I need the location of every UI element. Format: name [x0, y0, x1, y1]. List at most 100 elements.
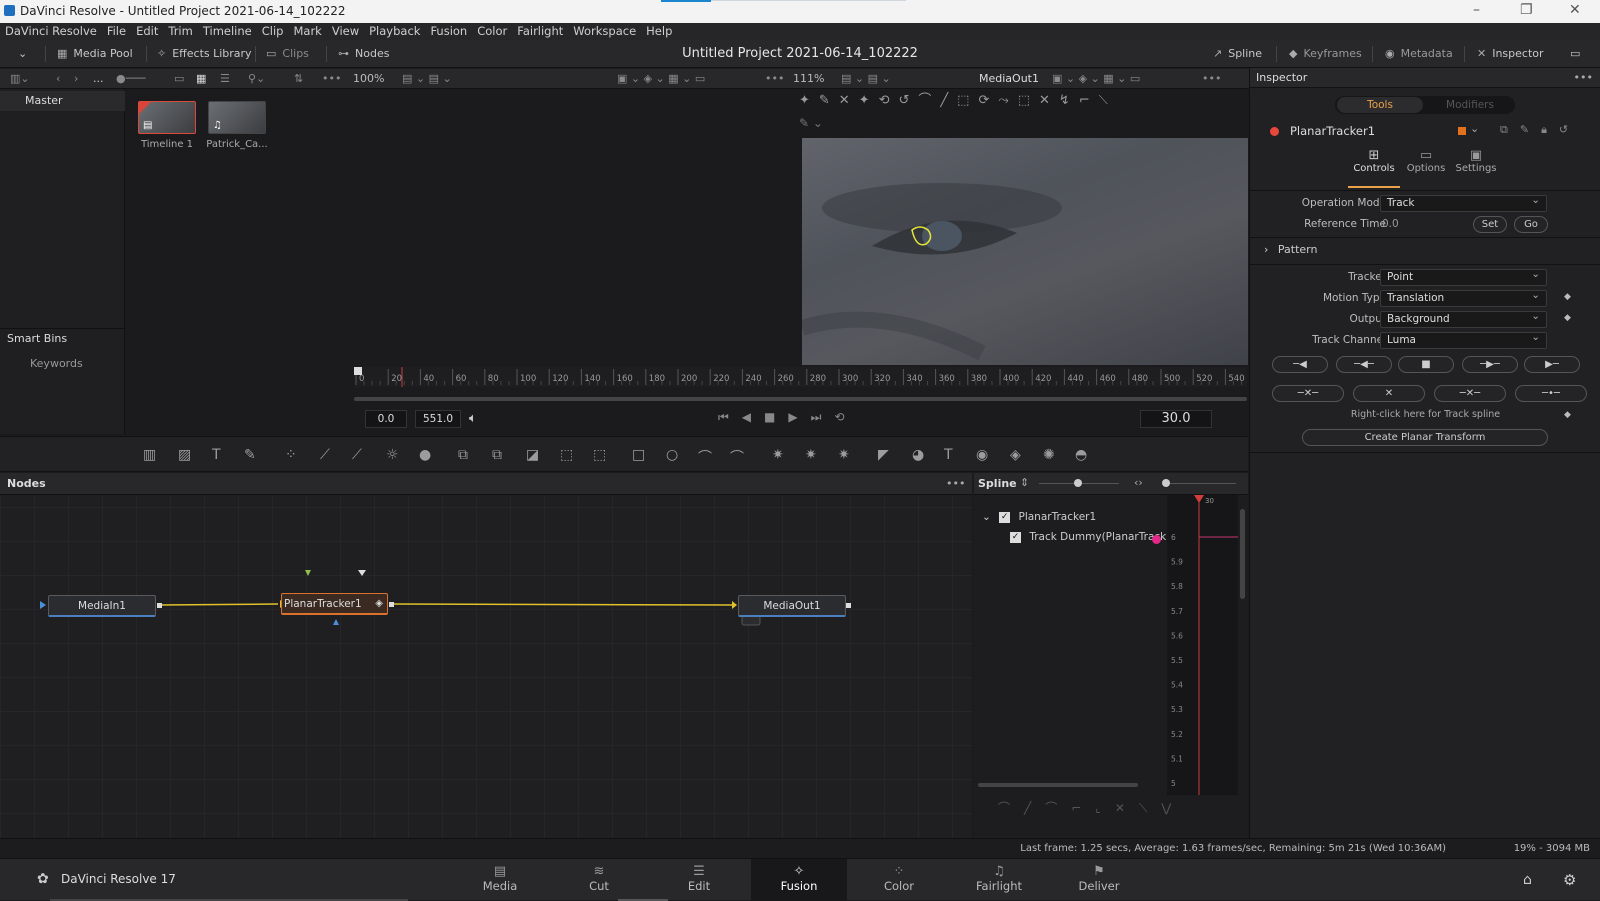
end-frame-field[interactable]: 551.0: [415, 410, 461, 428]
delete-after-button[interactable]: ─✕─: [1434, 385, 1506, 402]
minimize-icon[interactable]: –: [1473, 2, 1480, 18]
track-channel-dropdown[interactable]: Luma: [1380, 330, 1547, 349]
renderer3d-icon[interactable]: ◈: [1010, 447, 1021, 463]
panel-toggle-icon[interactable]: ⌄: [18, 40, 27, 68]
in-point-marker[interactable]: [354, 367, 362, 375]
blur-tool-icon[interactable]: ●: [419, 447, 431, 463]
viewer-options-icon[interactable]: ▤ ⌄ ▤ ⌄: [841, 69, 891, 89]
particles-tool-icon[interactable]: ⁘: [285, 447, 297, 463]
output-dropdown[interactable]: Background: [1380, 309, 1547, 328]
clip-thumbnail[interactable]: ♫: [208, 101, 266, 134]
zoom-slider-handle[interactable]: [1162, 479, 1170, 487]
spline-button[interactable]: ↗ Spline: [1213, 40, 1262, 68]
viewer-tools-icon[interactable]: ▣ ⌄ ◈ ⌄ ▦ ⌄ ▭: [1052, 69, 1140, 89]
tracker-dropdown[interactable]: Point: [1380, 267, 1547, 286]
tab-modifiers[interactable]: Modifiers: [1427, 97, 1513, 113]
filmstrip-view-icon[interactable]: ▭: [174, 69, 184, 89]
delete-before-button[interactable]: ─✕─: [1272, 385, 1344, 402]
menu-item-fairlight[interactable]: Fairlight: [512, 23, 568, 39]
page-edit[interactable]: ☰ Edit: [651, 859, 747, 901]
menu-item-edit[interactable]: Edit: [131, 23, 163, 39]
tracker-tools-icon[interactable]: ✦✎✕✦⟲↺⌒╱⬚⟳⤳⬚✕↯⌐⟍: [799, 91, 1117, 111]
background-tool-icon[interactable]: ▥: [143, 447, 156, 463]
brightness-tool-icon[interactable]: ☼: [386, 447, 399, 463]
bspline-mask-icon[interactable]: ⌒: [730, 447, 744, 467]
fps-field[interactable]: 30.0: [1140, 410, 1212, 428]
monitor-icon[interactable]: ▭: [1570, 40, 1580, 68]
output-port[interactable]: [389, 602, 394, 607]
clip-thumbnail[interactable]: ▤: [138, 101, 196, 134]
menu-item-mark[interactable]: Mark: [288, 23, 326, 39]
text-tool-icon[interactable]: T: [212, 447, 221, 463]
nav-forward-icon[interactable]: ›: [74, 69, 78, 89]
vertical-scrollbar[interactable]: [1240, 509, 1245, 599]
tool-color-swatch[interactable]: [1458, 127, 1466, 135]
menu-item-help[interactable]: Help: [641, 23, 677, 39]
more-options-icon[interactable]: •••: [322, 69, 341, 89]
tool-header[interactable]: PlanarTracker1 ⌄ ⧉✎🔒︎↺: [1250, 121, 1600, 143]
clips-button[interactable]: ▭ Clips: [266, 40, 309, 68]
color-corrector-icon[interactable]: ⟋: [352, 447, 362, 463]
light3d-icon[interactable]: ✺: [1043, 447, 1055, 463]
search-icon[interactable]: ⚲⌄: [248, 69, 265, 89]
list-view-icon[interactable]: ☰: [220, 69, 230, 89]
menu-item-workspace[interactable]: Workspace: [568, 23, 641, 39]
chevron-down-icon[interactable]: ⌄: [1470, 122, 1479, 135]
menu-item-view[interactable]: View: [327, 23, 364, 39]
menu-item-color[interactable]: Color: [472, 23, 512, 39]
node-planartracker1[interactable]: PlanarTracker1 ◈: [281, 593, 388, 615]
right-viewer-zoom[interactable]: 111%: [793, 69, 824, 89]
tool-enable-icon[interactable]: [1270, 127, 1279, 136]
keyframes-button[interactable]: ◆ Keyframes: [1289, 40, 1362, 68]
delete-frame-button[interactable]: ─•─: [1515, 385, 1587, 402]
go-button[interactable]: Go: [1514, 216, 1548, 233]
page-media[interactable]: ▤ Media: [452, 859, 548, 901]
motion-type-dropdown[interactable]: Translation: [1380, 288, 1547, 307]
merge3d-icon[interactable]: ◕: [912, 447, 924, 463]
more-options-icon[interactable]: •••: [1574, 71, 1593, 84]
tab-tools[interactable]: Tools: [1337, 97, 1423, 113]
node-mediain1[interactable]: MediaIn1: [48, 595, 156, 617]
track-forward-button[interactable]: ─▶─: [1462, 356, 1518, 373]
page-fusion[interactable]: ✧ Fusion: [751, 859, 847, 901]
media-pool-button[interactable]: ▦ Media Pool: [57, 40, 133, 68]
checkbox-icon[interactable]: ✓: [1010, 531, 1021, 543]
more-options-icon[interactable]: •••: [946, 477, 965, 490]
thumb-size-slider[interactable]: ●───: [116, 69, 145, 89]
output-port[interactable]: [157, 603, 162, 608]
create-planar-transform-button[interactable]: Create Planar Transform: [1302, 429, 1548, 446]
playhead-marker[interactable]: [1194, 495, 1204, 503]
smart-bin-keywords[interactable]: Keywords: [0, 354, 125, 374]
particle-emitter-icon[interactable]: ✷: [772, 447, 784, 463]
delete-all-button[interactable]: ✕: [1353, 385, 1425, 402]
operation-mode-dropdown[interactable]: Track: [1380, 193, 1547, 212]
output-port[interactable]: [846, 603, 851, 608]
playback-controls-icon[interactable]: ⏮◀■▶⏭⟲: [718, 410, 857, 425]
page-deliver[interactable]: ⚑ Deliver: [1051, 859, 1147, 901]
input-port[interactable]: [305, 570, 311, 576]
sidebar-toggle-icon[interactable]: ▥⌄: [10, 69, 30, 89]
spline-hint[interactable]: Right-click here for Track spline: [1250, 409, 1600, 420]
left-viewer[interactable]: [347, 89, 787, 359]
volume-icon[interactable]: 🔈︎: [469, 411, 477, 426]
subtab-settings[interactable]: ▣ Settings: [1450, 148, 1502, 188]
restore-icon[interactable]: ❐: [1520, 2, 1533, 18]
inspector-button[interactable]: ✕ Inspector: [1477, 40, 1544, 68]
home-icon[interactable]: ⌂: [1523, 872, 1532, 888]
pattern-section[interactable]: › Pattern: [1264, 243, 1317, 256]
transform-tool-icon[interactable]: ⬚: [560, 447, 573, 463]
menu-item-clip[interactable]: Clip: [257, 23, 289, 39]
viewer-tools-icon[interactable]: ▣ ⌄ ◈ ⌄ ▦ ⌄ ▭: [617, 69, 705, 89]
menu-item-playback[interactable]: Playback: [364, 23, 425, 39]
zoom-slider-track[interactable]: [1164, 483, 1236, 484]
pin-icon[interactable]: ✎ ⌄: [799, 113, 823, 133]
nav-back-icon[interactable]: ‹: [56, 69, 60, 89]
page-fairlight[interactable]: ♫ Fairlight: [951, 859, 1047, 901]
matte-control-icon[interactable]: ◪: [526, 447, 539, 463]
nodes-canvas[interactable]: MediaIn1 PlanarTracker1 ◈ MediaOut1: [0, 473, 972, 838]
channel-boolean-icon[interactable]: ⧉: [492, 447, 502, 463]
right-viewer-image[interactable]: [802, 138, 1248, 365]
sort-icon[interactable]: ⇅: [294, 69, 303, 89]
menu-item-file[interactable]: File: [102, 23, 131, 39]
camera3d-icon[interactable]: ◉: [976, 447, 988, 463]
